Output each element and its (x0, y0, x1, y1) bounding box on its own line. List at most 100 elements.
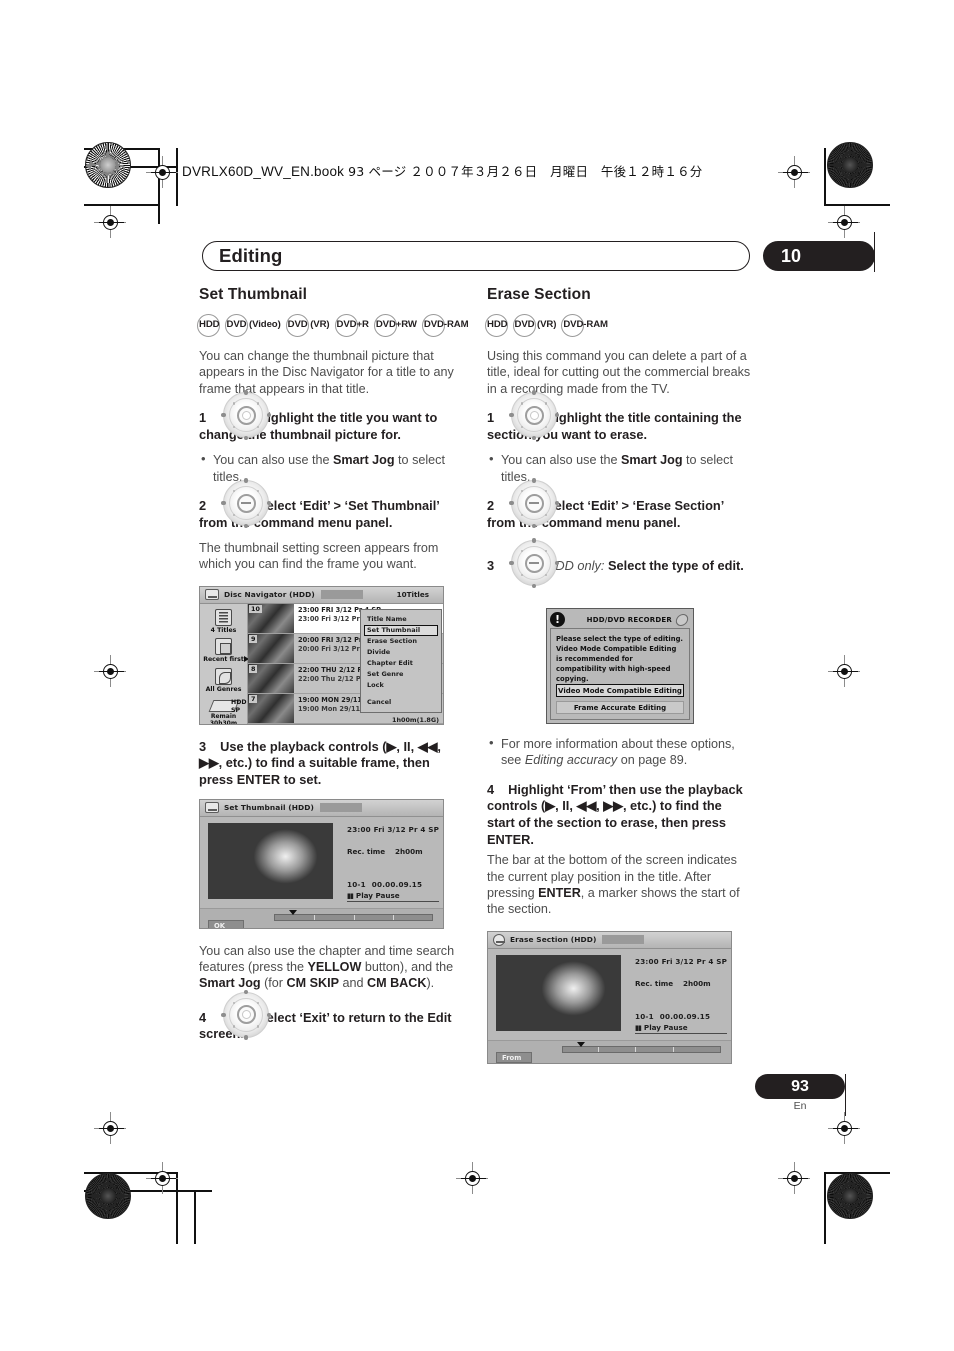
page-language-label: En (793, 1100, 807, 1112)
step-4-left: 4 Select ‘Exit’ to return to the Edit scr… (199, 989, 465, 1048)
menu-item-erase-section[interactable]: Erase Section (364, 636, 438, 647)
row-number: 9 (249, 634, 258, 643)
disc-navigator-screenshot: Disc Navigator (HDD) 10Titles 4 Titles R… (199, 585, 444, 725)
after-screenshot-paragraph: You can also use the chapter and time se… (199, 943, 465, 992)
badge-dvd-vr: DVD (VR) (512, 314, 556, 337)
print-target-bottom-right (827, 1173, 873, 1219)
registration-mark-left-lower (94, 1112, 126, 1144)
registration-mark-right-middle (828, 655, 860, 687)
jog-dial-enter-icon (509, 538, 559, 589)
step-3-right: 3 HDD only: Select the type of edit. (487, 538, 753, 596)
step-3-right-number: 3 (487, 558, 495, 574)
registration-mark-top-left (146, 156, 178, 188)
recorder-dialog-message: Please select the type of editing. Video… (556, 635, 684, 684)
preview-frame (496, 954, 621, 1031)
jog-dial-icon (221, 390, 271, 441)
menu-item-cancel[interactable]: Cancel (364, 697, 438, 708)
row-number: 7 (249, 694, 258, 703)
set-thumbnail-icon (205, 802, 219, 814)
video-mode-compatible-editing-button[interactable]: Video Mode Compatible Editing (556, 684, 684, 698)
row-number: 8 (249, 664, 258, 673)
badge-dvd-plus-rw: DVD+RW (373, 314, 417, 337)
menu-item-lock[interactable]: Lock (364, 680, 438, 691)
step-2-left: 2 Select ‘Edit’ > ‘Set Thumbnail’ from th… (199, 478, 465, 536)
remain-label: Remain (210, 713, 237, 721)
menu-item-chapter-edit[interactable]: Chapter Edit (364, 658, 438, 669)
yellow-button-ref: YELLOW (307, 960, 362, 975)
step-3-left-text: 3 Use the playback controls (▶, II, ◀◀, ▶… (199, 739, 465, 789)
progress-track[interactable] (562, 1041, 721, 1053)
crop-mark-bottom-left-v2 (194, 1190, 196, 1244)
menu-item-divide[interactable]: Divide (364, 647, 438, 658)
timecode-value: 00.00.09.15 (659, 1011, 711, 1021)
preview-play-state: ▮▮ Play Pause (347, 891, 439, 902)
menu-item-set-thumbnail[interactable]: Set Thumbnail (364, 624, 438, 636)
disc-navigator-body: 4 Titles Recent first All Genres HDD SP (200, 603, 443, 725)
recorder-dialog-buttons: Video Mode Compatible Editing Frame Accu… (556, 680, 684, 715)
jog-dial-enter-icon (509, 478, 559, 529)
brand-logo-icon (674, 614, 690, 627)
sidebar-item-genres[interactable]: All Genres (205, 667, 242, 694)
step-3-left-label: Use the playback controls (▶, II, ◀◀, ▶▶… (199, 738, 441, 788)
erase-section-titlebar: Erase Section (HDD) (488, 931, 731, 949)
media-badges-left: HDD DVD (Video) DVD (VR) DVD+R DVD+RW DV… (197, 314, 469, 337)
sidebar-item-genres-label: All Genres (205, 685, 242, 693)
remain-value: 30h30m (209, 720, 238, 725)
step-4-right-text: 4 Highlight ‘From’ then use the playback … (487, 782, 753, 848)
recorder-dialog-header: ! HDD/DVD RECORDER (550, 612, 690, 628)
set-thumbnail-titlebar: Set Thumbnail (HDD) (200, 799, 443, 817)
sidebar-item-titles[interactable]: 4 Titles (211, 608, 236, 635)
registration-mark-left-upper (94, 206, 126, 238)
erase-section-icon (493, 933, 505, 946)
enter-key-ref: ENTER (538, 886, 581, 901)
preview-title-info: 23:00 Fri 3/12 Pr 4 SP (347, 824, 440, 834)
disc-navigator-icon (205, 589, 219, 601)
list-icon (214, 608, 232, 626)
recorder-dialog-body: Please select the type of editing. Video… (550, 628, 690, 721)
progress-track[interactable] (274, 909, 433, 921)
set-thumbnail-body: 23:00 Fri 3/12 Pr 4 SP Rec. time 2h00m 10… (200, 816, 443, 908)
dialog-info-bullet: For more information about these options… (487, 735, 753, 769)
step-3-right-label: Select the type of edit. (608, 558, 744, 574)
preview-rec-time: Rec. time 2h00m (347, 847, 443, 856)
preview-frame (208, 822, 333, 899)
square-icon (215, 638, 232, 656)
genre-icon (214, 667, 232, 685)
step-4-right-after: The bar at the bottom of the screen indi… (487, 852, 753, 918)
row-thumbnail: 9 (248, 633, 294, 663)
cm-skip-ref: CM SKIP (286, 976, 339, 991)
ok-button[interactable]: OK (208, 920, 244, 928)
menu-item-set-genre[interactable]: Set Genre (364, 669, 438, 680)
crop-mark-top-right-v (824, 148, 826, 206)
badge-dvd-video: DVD (Video) (224, 314, 281, 337)
preview-rec-time: Rec. time 2h00m (635, 979, 731, 988)
position-marker-icon (577, 1041, 585, 1047)
bullet-smart-jog: Smart Jog (332, 453, 395, 468)
registration-mark-top-right (778, 156, 810, 188)
frame-accurate-editing-button[interactable]: Frame Accurate Editing (556, 701, 684, 715)
set-thumbnail-title: Set Thumbnail (HDD) (224, 803, 314, 813)
erase-section-title: Erase Section (HDD) (510, 935, 597, 945)
section-heading-erase-section: Erase Section (487, 286, 591, 303)
from-button[interactable]: From (496, 1052, 532, 1063)
sidebar-item-sort[interactable]: Recent first (203, 638, 244, 664)
position-marker-icon (289, 909, 297, 915)
play-state-label: Play Pause (643, 1022, 688, 1032)
step-1-right-number: 1 (487, 410, 495, 426)
set-thumbnail-screenshot: Set Thumbnail (HDD) 23:00 Fri 3/12 Pr 4 … (199, 798, 444, 929)
registration-mark-bottom-center (456, 1162, 488, 1194)
jog-dial-enter-icon (221, 478, 271, 529)
print-header-filename: DVRLX60D_WV_EN.book 93 ページ ２００７年３月２６日 月曜… (182, 161, 702, 180)
titlebar-fill (320, 803, 362, 813)
chapter-ref: 10-1 (635, 1011, 654, 1021)
rec-time-label: Rec. time (347, 846, 386, 856)
menu-item-title-name[interactable]: Title Name (364, 614, 438, 625)
after-mid-2: (for (260, 976, 287, 991)
intro-paragraph-left: You can change the thumbnail picture tha… (199, 349, 454, 396)
badge-dvd-ram: DVD-RAM (421, 314, 469, 337)
rec-time-value: 2h00m (683, 978, 711, 988)
command-menu-panel: Title Name Set Thumbnail Erase Section D… (360, 608, 442, 713)
disc-mode-label: SP (231, 706, 241, 714)
exclamation-icon: ! (550, 612, 565, 628)
registration-mark-right-lower (828, 1112, 860, 1144)
